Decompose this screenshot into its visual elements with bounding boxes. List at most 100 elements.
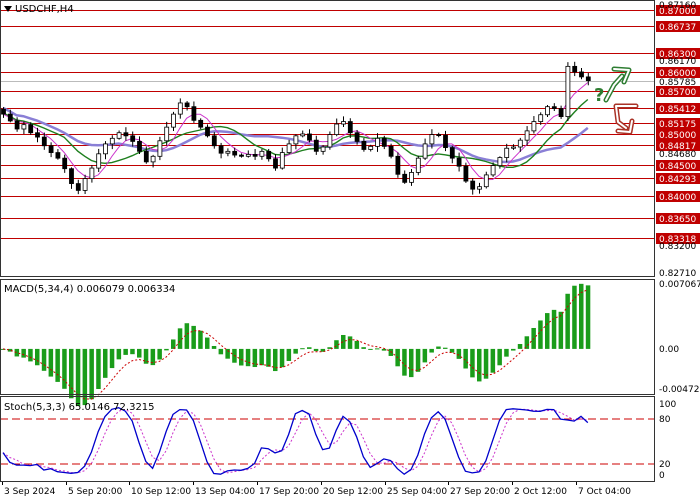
stoch-tick-label: 20 bbox=[659, 460, 671, 470]
macd-bar bbox=[69, 348, 74, 399]
stoch-tick-label: 0 bbox=[659, 471, 665, 481]
candle-body bbox=[334, 123, 340, 135]
macd-bar bbox=[368, 348, 373, 350]
candle-body bbox=[497, 157, 503, 167]
candle-body bbox=[89, 167, 95, 180]
candle-body bbox=[504, 147, 510, 158]
candle-body bbox=[361, 141, 367, 150]
macd-bar bbox=[266, 348, 271, 367]
candle-body bbox=[62, 157, 68, 170]
macd-bar bbox=[381, 348, 387, 351]
candle-body bbox=[585, 76, 591, 82]
candle-body bbox=[422, 143, 428, 159]
time-tick-label: 27 Sep 20:00 bbox=[450, 487, 510, 497]
candle-body bbox=[239, 154, 244, 157]
candle-body bbox=[252, 154, 258, 157]
candle-body bbox=[565, 65, 571, 118]
macd-bar bbox=[409, 348, 414, 378]
macd-bar bbox=[490, 348, 496, 373]
candle-body bbox=[579, 71, 584, 78]
macd-bar bbox=[130, 348, 135, 355]
candle-body bbox=[545, 106, 550, 116]
macd-bar bbox=[538, 320, 543, 349]
candle-body bbox=[164, 126, 170, 142]
candle-body bbox=[198, 119, 204, 128]
candle-body bbox=[538, 114, 544, 122]
candle-body bbox=[524, 130, 530, 141]
candle-body bbox=[341, 121, 346, 125]
level-label: 0.86737 bbox=[659, 23, 696, 33]
candle-body bbox=[477, 186, 482, 190]
macd-bar bbox=[211, 345, 217, 349]
macd-bar bbox=[375, 348, 380, 350]
stoch-tick-label: 100 bbox=[659, 400, 676, 410]
macd-tick-label: -0.004729 bbox=[659, 385, 700, 395]
candle-body bbox=[558, 108, 564, 118]
level-label: 0.85000 bbox=[659, 131, 696, 141]
candle-body bbox=[150, 155, 156, 163]
time-tick-label: 25 Sep 04:00 bbox=[387, 487, 447, 497]
macd-bar bbox=[21, 348, 26, 358]
candle-body bbox=[177, 102, 183, 115]
candle-body bbox=[245, 154, 251, 157]
macd-bar bbox=[35, 348, 40, 366]
macd-bar bbox=[436, 346, 441, 349]
macd-bar bbox=[313, 348, 319, 352]
macd-bar bbox=[116, 348, 122, 360]
candle-body bbox=[191, 106, 197, 121]
macd-bar bbox=[354, 340, 360, 349]
price-tick-label: 0.82710 bbox=[659, 269, 696, 279]
macd-bar bbox=[259, 348, 264, 366]
macd-bar bbox=[123, 348, 128, 355]
macd-bar bbox=[456, 348, 462, 359]
candle-body bbox=[388, 145, 394, 157]
macd-tick-label: 0.007067 bbox=[659, 280, 700, 290]
candle-body bbox=[490, 165, 496, 176]
candle-body bbox=[436, 134, 442, 136]
time-tick-label: 3 Sep 2024 bbox=[4, 487, 56, 497]
candle-body bbox=[28, 124, 34, 134]
candle-body bbox=[286, 143, 292, 153]
candle-body bbox=[354, 132, 360, 142]
candle-body bbox=[415, 157, 421, 173]
candle-body bbox=[395, 155, 401, 175]
candle-body bbox=[443, 134, 448, 149]
candle-body bbox=[456, 157, 462, 167]
candle-body bbox=[517, 139, 523, 148]
level-label: 0.83650 bbox=[659, 215, 696, 225]
candle-body bbox=[116, 132, 122, 139]
macd-bar bbox=[177, 328, 183, 349]
candle-body bbox=[266, 150, 272, 160]
macd-bar bbox=[14, 348, 20, 357]
macd-bar bbox=[225, 348, 230, 359]
macd-bar bbox=[293, 348, 298, 354]
candle-body bbox=[225, 150, 231, 154]
time-tick-label: 17 Sep 20:00 bbox=[259, 487, 319, 497]
candle-body bbox=[218, 145, 224, 154]
candle-body bbox=[551, 106, 557, 109]
macd-bar bbox=[245, 348, 251, 367]
level-label: 0.85700 bbox=[659, 88, 696, 98]
macd-bar bbox=[558, 311, 564, 349]
macd-bar bbox=[443, 347, 448, 349]
price-tick-label: 0.84680 bbox=[659, 150, 696, 160]
candle-body bbox=[75, 183, 81, 191]
candle-body bbox=[300, 133, 306, 137]
candle-body bbox=[402, 173, 408, 183]
candle-body bbox=[137, 141, 142, 152]
candle-body bbox=[463, 165, 469, 182]
candle-body bbox=[14, 120, 20, 130]
candle-body bbox=[55, 152, 61, 159]
chart-canvas[interactable]: 0.870000.867370.863000.860000.857000.854… bbox=[0, 0, 700, 500]
chart-background bbox=[0, 0, 700, 500]
macd-bar bbox=[205, 337, 210, 349]
macd-bar bbox=[164, 348, 169, 351]
macd-bar bbox=[572, 285, 577, 349]
candle-body bbox=[171, 113, 176, 128]
macd-bar bbox=[415, 348, 421, 372]
macd-bar bbox=[463, 348, 468, 369]
macd-bar bbox=[585, 285, 591, 349]
macd-label: MACD(5,34,4) 0.006079 0.006334 bbox=[4, 284, 175, 295]
candle-body bbox=[307, 133, 312, 141]
candle-body bbox=[69, 168, 74, 184]
